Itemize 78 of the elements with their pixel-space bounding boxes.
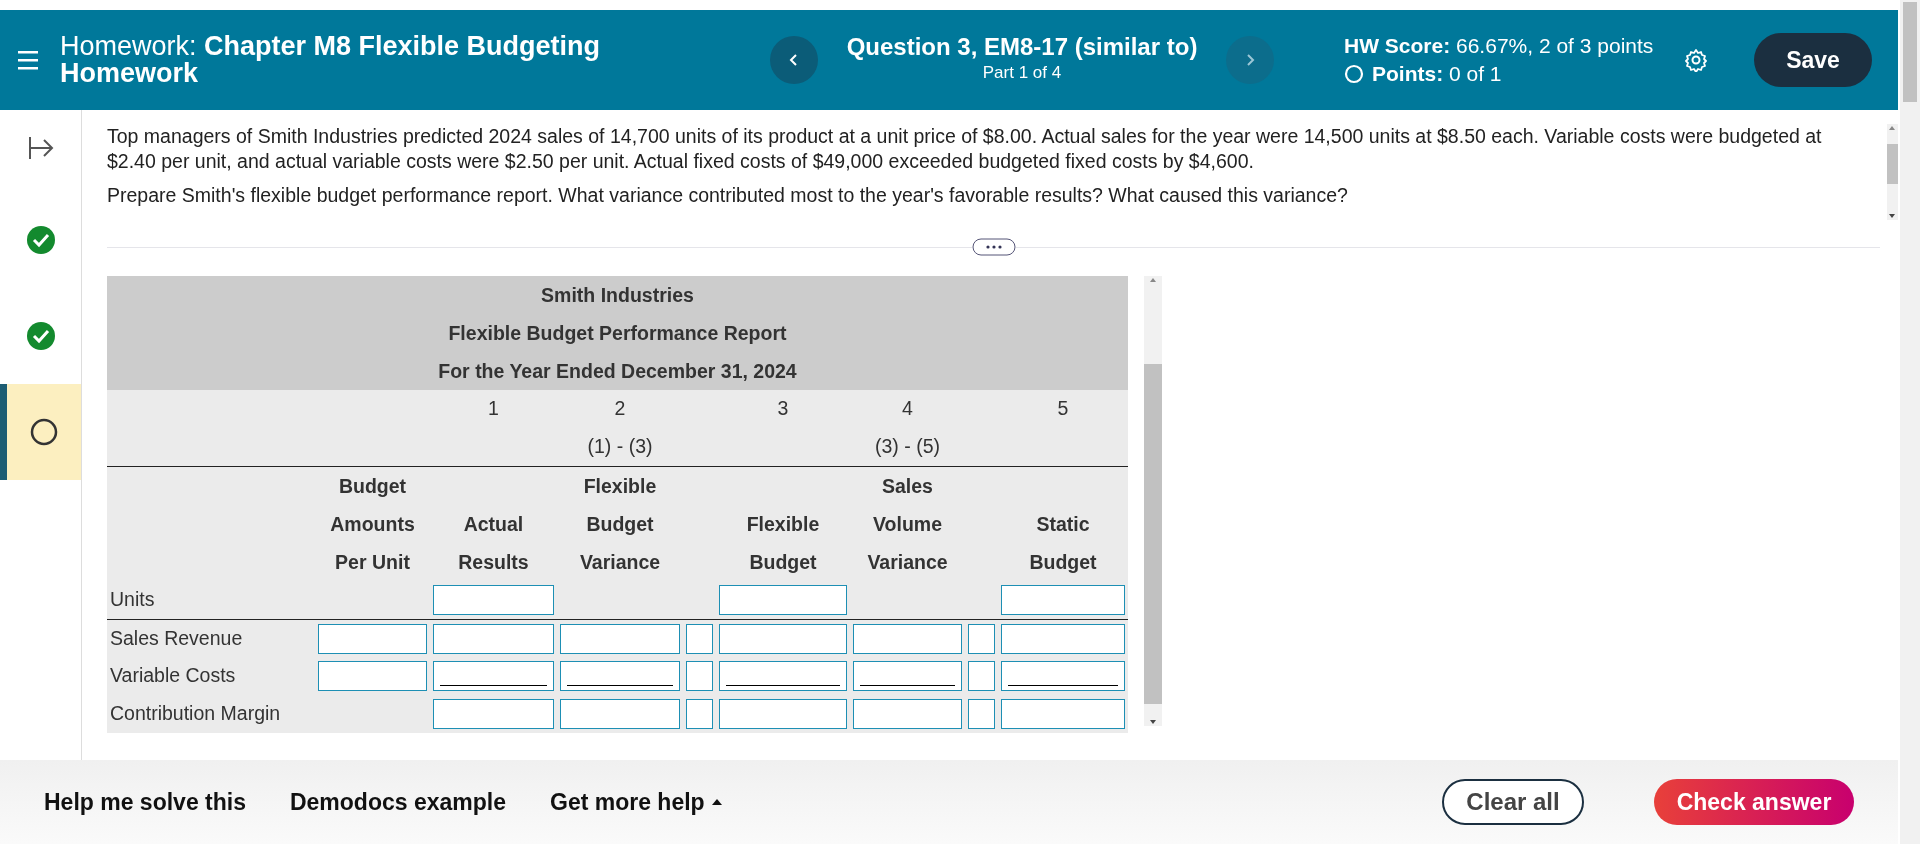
circle-icon bbox=[1344, 64, 1364, 85]
input-field[interactable] bbox=[719, 585, 847, 615]
column-number: 3 bbox=[777, 396, 789, 422]
input-field[interactable] bbox=[560, 661, 680, 691]
question-status-item[interactable] bbox=[0, 384, 81, 480]
input-field[interactable] bbox=[433, 661, 554, 691]
input-field[interactable] bbox=[433, 699, 554, 729]
input-field[interactable] bbox=[318, 623, 427, 654]
scrollbar[interactable] bbox=[1144, 276, 1162, 726]
question-title: Question 3, EM8-17 (similar to) bbox=[845, 34, 1199, 61]
check-answer-button[interactable]: Check answer bbox=[1654, 779, 1854, 825]
clear-all-button[interactable]: Clear all bbox=[1442, 779, 1584, 825]
column-heading: Budget Amounts Per Unit bbox=[330, 474, 415, 575]
input-field[interactable] bbox=[719, 699, 847, 729]
question-text: Prepare Smith's flexible budget performance report. What variance contributed most to the year's favorable results? What caused this variance? bbox=[107, 182, 1349, 208]
input-field[interactable] bbox=[853, 699, 962, 729]
column-heading: Sales Volume Variance bbox=[867, 474, 948, 575]
selector-field[interactable] bbox=[968, 699, 995, 729]
input-field[interactable] bbox=[1001, 585, 1125, 615]
scroll-down-icon[interactable] bbox=[1148, 718, 1158, 726]
column-number: 5 bbox=[1057, 396, 1069, 422]
scroll-down-icon[interactable] bbox=[1887, 212, 1898, 220]
chevron-right-icon bbox=[1245, 53, 1255, 67]
save-button[interactable]: Save bbox=[1754, 33, 1872, 87]
input-field[interactable] bbox=[853, 623, 962, 654]
column-heading: Flexible Budget Variance bbox=[579, 474, 661, 575]
selector-field[interactable] bbox=[686, 699, 713, 729]
selector-field[interactable] bbox=[968, 661, 995, 691]
input-field[interactable] bbox=[719, 623, 847, 654]
input-field[interactable] bbox=[1001, 623, 1125, 654]
question-text: Top managers of Smith Industries predicted 2024 sales of 14,700 units of its product at a unit price of $8.00. Actual sales for the year were 14,500 units at $8.50 each. Variable costs were budgeted at $2.40 per unit, and actual variable costs were $2.50 per unit. Actual fixed costs of $49,000 exceeded budgeted fixed costs by $4,600. bbox=[107, 124, 1823, 175]
chevron-left-icon bbox=[789, 53, 799, 67]
help-menu-button[interactable]: Get more help bbox=[550, 784, 723, 820]
points-text: Points: 0 of 1 bbox=[1372, 61, 1502, 87]
menu-icon[interactable] bbox=[18, 49, 38, 71]
selector-field[interactable] bbox=[968, 623, 995, 654]
column-heading: Flexible Budget bbox=[746, 512, 820, 575]
scroll-up-icon[interactable] bbox=[1887, 124, 1898, 132]
column-number: 2 bbox=[614, 396, 626, 422]
input-field[interactable] bbox=[1001, 661, 1125, 691]
row-label: Units bbox=[110, 587, 155, 613]
selector-field[interactable] bbox=[686, 661, 713, 691]
more-icon[interactable] bbox=[971, 238, 1016, 256]
report-title: Flexible Budget Performance Report bbox=[107, 314, 1128, 352]
circle-icon bbox=[29, 417, 59, 447]
selector-field[interactable] bbox=[686, 623, 713, 654]
row-label: Variable Costs bbox=[110, 663, 236, 689]
column-formula: (1) - (3) bbox=[587, 434, 653, 460]
report-title: For the Year Ended December 31, 2024 bbox=[107, 352, 1128, 390]
column-formula: (3) - (5) bbox=[875, 434, 940, 460]
input-field[interactable] bbox=[560, 699, 680, 729]
help-link[interactable]: Help me solve this bbox=[44, 784, 246, 820]
checkmark-icon bbox=[25, 225, 56, 255]
column-number: 1 bbox=[488, 396, 499, 422]
column-number: 4 bbox=[902, 396, 913, 422]
scroll-up-icon[interactable] bbox=[1148, 276, 1158, 284]
row-label: Sales Revenue bbox=[110, 625, 243, 651]
hw-score-text: HW Score: 66.67%, 2 of 3 points bbox=[1344, 32, 1655, 59]
column-heading: Static Budget bbox=[1029, 512, 1097, 575]
column-heading: Actual Results bbox=[458, 512, 529, 575]
input-field[interactable] bbox=[719, 661, 847, 691]
scrollbar[interactable] bbox=[1900, 0, 1920, 844]
input-field[interactable] bbox=[1001, 699, 1125, 729]
row-label: Contribution Margin bbox=[110, 701, 281, 727]
input-field[interactable] bbox=[433, 585, 554, 615]
scrollbar[interactable] bbox=[1886, 124, 1898, 220]
input-field[interactable] bbox=[560, 623, 680, 654]
question-part: Part 1 of 4 bbox=[981, 62, 1063, 85]
report-title: Smith Industries bbox=[107, 276, 1128, 314]
input-field[interactable] bbox=[318, 661, 427, 691]
input-field[interactable] bbox=[433, 623, 554, 654]
collapse-arrow-icon[interactable] bbox=[27, 135, 54, 161]
caret-icon bbox=[710, 797, 723, 807]
checkmark-icon bbox=[25, 321, 56, 351]
settings-icon[interactable] bbox=[1684, 48, 1708, 72]
assignment-title: Homework: Chapter M8 Flexible Budgeting Homework bbox=[60, 33, 602, 87]
input-field[interactable] bbox=[853, 661, 962, 691]
help-link[interactable]: Demodocs example bbox=[289, 784, 506, 820]
